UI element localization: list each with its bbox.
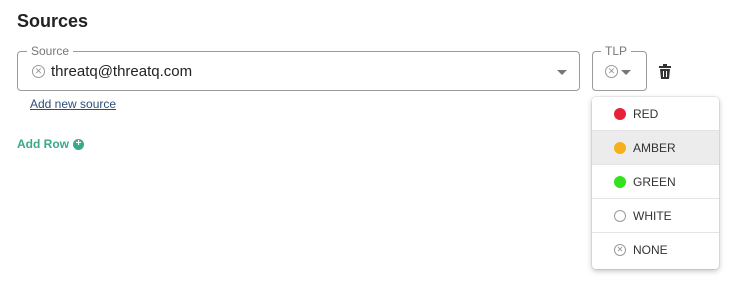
source-select[interactable]: Source ✕ threatq@threatq.com	[17, 44, 580, 91]
trash-icon[interactable]	[658, 64, 672, 80]
tlp-label: TLP	[601, 44, 632, 58]
source-value: threatq@threatq.com	[51, 63, 193, 80]
tlp-option-label: WHITE	[633, 208, 672, 223]
tlp-option-red[interactable]: RED	[592, 97, 719, 131]
circle-x-icon: ✕	[614, 244, 626, 256]
tlp-select[interactable]: TLP ✕	[592, 44, 647, 91]
add-new-source-link[interactable]: Add new source	[30, 97, 116, 111]
amber-dot-icon	[614, 141, 626, 154]
section-title: Sources	[17, 11, 89, 31]
tlp-option-label: AMBER	[633, 140, 676, 155]
tlp-option-label: GREEN	[633, 174, 676, 189]
source-label: Source	[27, 44, 74, 58]
tlp-option-label: NONE	[633, 243, 668, 257]
chevron-down-icon[interactable]	[557, 70, 567, 75]
clear-source-icon[interactable]: ✕	[32, 65, 45, 78]
add-row-button[interactable]: Add Row +	[17, 137, 84, 151]
plus-circle-icon: +	[73, 138, 84, 150]
clear-tlp-icon[interactable]: ✕	[605, 65, 618, 78]
tlp-option-none[interactable]: ✕ NONE	[592, 233, 719, 267]
chevron-down-icon[interactable]	[621, 70, 631, 75]
green-dot-icon	[614, 175, 626, 188]
tlp-option-label: RED	[633, 106, 659, 121]
tlp-dropdown-menu: RED AMBER GREEN WHITE ✕ NONE	[592, 97, 719, 269]
red-dot-icon	[614, 107, 626, 120]
tlp-option-white[interactable]: WHITE	[592, 199, 719, 233]
tlp-option-green[interactable]: GREEN	[592, 165, 719, 199]
tlp-option-amber[interactable]: AMBER	[592, 131, 719, 165]
white-dot-icon	[614, 209, 626, 222]
add-row-label: Add Row	[17, 137, 69, 151]
